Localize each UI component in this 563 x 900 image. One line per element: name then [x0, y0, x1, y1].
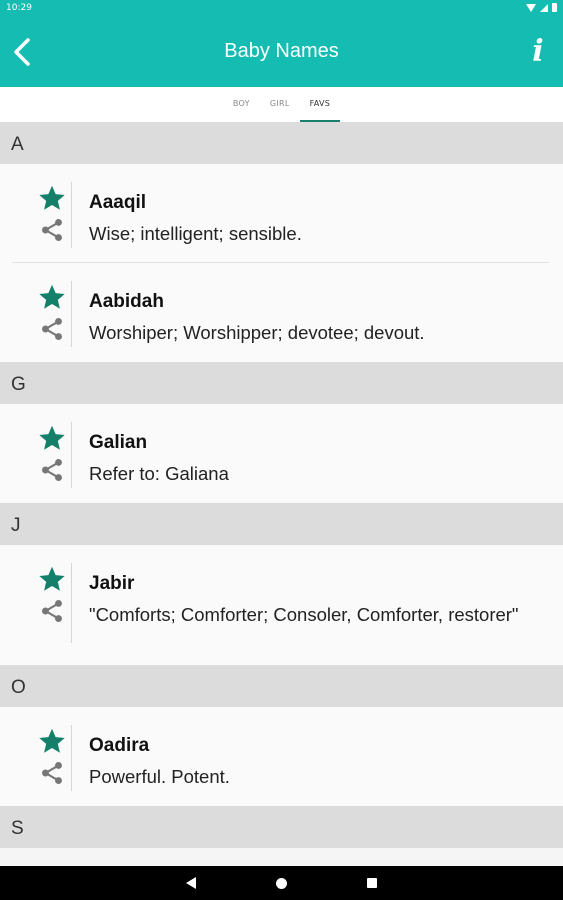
info-button[interactable]: i [521, 32, 555, 72]
share-icon[interactable] [39, 598, 65, 624]
list-item[interactable]: Aabidah Worshiper; Worshipper; devotee; … [0, 263, 563, 362]
signal-icon [540, 3, 548, 12]
divider [71, 182, 72, 248]
share-icon[interactable] [39, 760, 65, 786]
section-header-j: J [0, 503, 563, 545]
baby-name: Galian [89, 432, 148, 453]
star-icon[interactable] [38, 727, 66, 755]
section-header-g: G [0, 362, 563, 404]
nav-back-icon[interactable] [186, 877, 196, 889]
tab-favs[interactable]: FAVS [299, 87, 341, 122]
name-meaning: Wise; intelligent; sensible. [89, 223, 302, 244]
star-icon[interactable] [38, 424, 66, 452]
share-icon[interactable] [39, 217, 65, 243]
star-icon[interactable] [38, 565, 66, 593]
status-time: 10:29 [6, 3, 32, 13]
section-header-a: A [0, 122, 563, 164]
star-icon[interactable] [38, 283, 66, 311]
list-item[interactable]: Aaaqil Wise; intelligent; sensible. [0, 164, 563, 263]
star-icon[interactable] [38, 184, 66, 212]
divider [71, 281, 72, 347]
share-icon[interactable] [39, 316, 65, 342]
app-title: Baby Names [224, 40, 339, 62]
share-icon[interactable] [39, 457, 65, 483]
app-bar: Baby Names i [0, 18, 563, 87]
favorites-list[interactable]: A Aaaqil Wise; intelligent; sensible. Aa… [0, 122, 563, 866]
name-meaning: Worshiper; Worshipper; devotee; devout. [89, 322, 425, 343]
name-meaning: "Comforts; Comforter; Consoler, Comforte… [89, 604, 519, 625]
status-icons [526, 3, 557, 12]
name-meaning: Refer to: Galiana [89, 463, 229, 484]
tab-girl[interactable]: GIRL [260, 87, 300, 122]
status-bar: 10:29 [0, 0, 563, 18]
tab-boy[interactable]: BOY [223, 87, 260, 122]
divider [71, 422, 72, 488]
list-item[interactable]: Oadira Powerful. Potent. [0, 707, 563, 806]
baby-name: Jabir [89, 573, 135, 594]
nav-home-icon[interactable] [276, 878, 287, 889]
name-meaning: Powerful. Potent. [89, 766, 230, 787]
baby-name: Aaaqil [89, 192, 147, 213]
baby-name: Oadira [89, 735, 150, 756]
list-item[interactable]: Galian Refer to: Galiana [0, 404, 563, 503]
section-header-o: O [0, 665, 563, 707]
battery-icon [552, 3, 557, 12]
list-item[interactable]: Jabir "Comforts; Comforter; Consoler, Co… [0, 545, 563, 665]
section-header-s: S [0, 806, 563, 848]
divider [71, 725, 72, 791]
wifi-icon [526, 3, 536, 12]
baby-name: Aabidah [89, 291, 164, 312]
divider [71, 563, 72, 643]
nav-recents-icon[interactable] [367, 878, 377, 888]
tab-bar: BOY GIRL FAVS [0, 87, 563, 122]
system-nav-bar [0, 866, 563, 900]
